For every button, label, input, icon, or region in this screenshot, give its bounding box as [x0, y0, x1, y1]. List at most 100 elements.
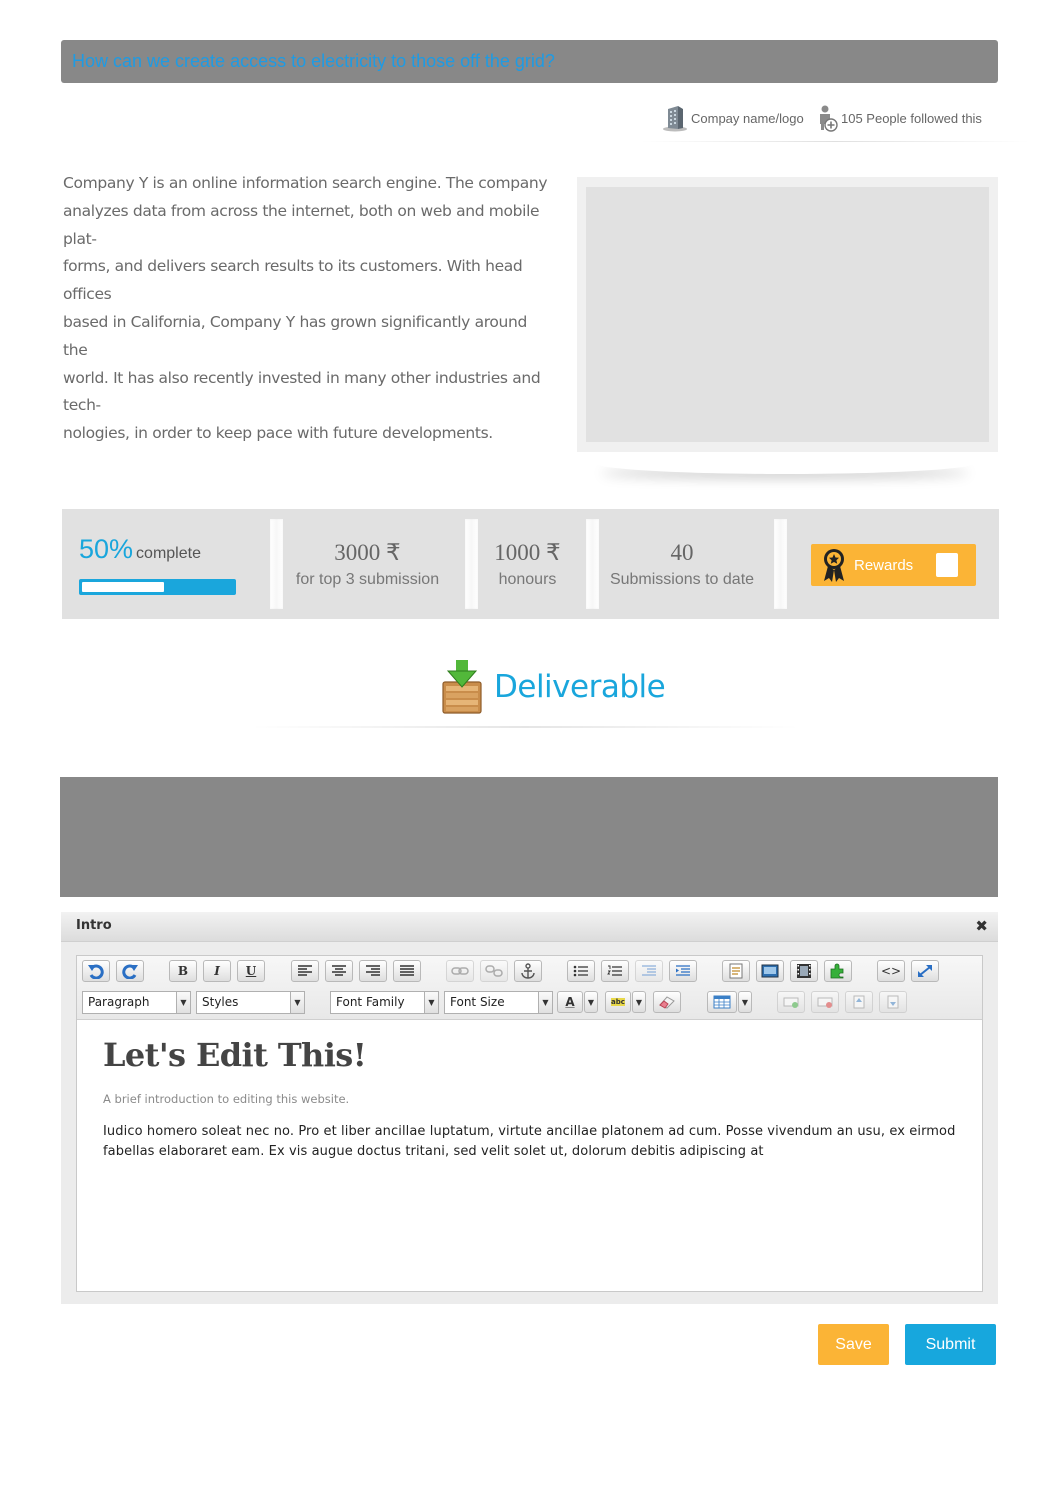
- chevron-down-icon: ▼: [424, 992, 438, 1013]
- font-size-select-value: Font Size: [450, 995, 505, 1009]
- font-size-select[interactable]: Font Size ▼: [444, 991, 553, 1014]
- insert-row-icon[interactable]: [777, 991, 805, 1013]
- progress-label: complete: [136, 545, 201, 562]
- editor-content[interactable]: Let's Edit This! A brief introduction to…: [103, 1036, 963, 1162]
- prize-value: 3000 ₹: [334, 540, 401, 565]
- honours-label: honours: [498, 571, 557, 588]
- rewards-button[interactable]: Rewards: [811, 544, 976, 586]
- stats-divider: [774, 519, 787, 609]
- insert-col-before-icon[interactable]: [845, 991, 873, 1013]
- indent-icon[interactable]: [669, 960, 697, 982]
- outdent-icon[interactable]: [635, 960, 663, 982]
- description-line: forms, and delivers search results to it…: [63, 257, 523, 304]
- editor-panel-title: Intro: [76, 918, 112, 933]
- save-button[interactable]: Save: [818, 1324, 889, 1365]
- editor-body-text[interactable]: Iudico homero soleat nec no. Pro et libe…: [103, 1122, 963, 1162]
- chevron-down-icon[interactable]: ▼: [632, 991, 646, 1013]
- rewards-label: Rewards: [854, 556, 914, 574]
- progress-block: 50% complete: [79, 534, 236, 595]
- bold-button[interactable]: B: [169, 960, 197, 982]
- align-center-icon[interactable]: [325, 960, 353, 982]
- table-icon[interactable]: [707, 991, 737, 1013]
- underline-button[interactable]: U: [237, 960, 265, 982]
- chevron-down-icon: ▼: [176, 992, 190, 1013]
- text-color-button[interactable]: A: [557, 991, 583, 1013]
- eraser-icon[interactable]: [653, 991, 681, 1013]
- challenge-title-bar: How can we create access to electricity …: [61, 40, 998, 83]
- unlink-icon[interactable]: [480, 960, 508, 982]
- deliverable-title: Deliverable: [494, 669, 666, 705]
- stats-bar: 50% complete 3000 ₹ for top 3 submission …: [62, 509, 999, 619]
- undo-icon[interactable]: [82, 960, 110, 982]
- stats-divider: [586, 519, 599, 609]
- description-line: nologies, in order to keep pace with fut…: [63, 424, 493, 443]
- chevron-down-icon[interactable]: ▼: [584, 991, 598, 1013]
- editor-lede[interactable]: A brief introduction to editing this web…: [103, 1092, 963, 1106]
- submissions-value: 40: [670, 540, 694, 565]
- text-color-label: A: [565, 995, 575, 1009]
- redo-icon[interactable]: [116, 960, 144, 982]
- template-icon[interactable]: [722, 960, 750, 982]
- align-left-icon[interactable]: [291, 960, 319, 982]
- numbered-list-icon[interactable]: [601, 960, 629, 982]
- stats-divider: [270, 519, 283, 609]
- submissions-stat: 40 Submissions to date: [607, 539, 757, 589]
- styles-select-value: Styles: [202, 995, 239, 1009]
- company-link[interactable]: Compay name/logo: [662, 104, 804, 132]
- media-frame: [577, 177, 998, 452]
- award-ribbon-icon: [824, 549, 844, 582]
- insert-col-after-icon[interactable]: [879, 991, 907, 1013]
- chevron-down-icon: ▼: [290, 992, 304, 1013]
- editor-header: Intro ✖: [61, 912, 998, 942]
- chevron-down-icon: ▼: [538, 992, 552, 1013]
- meta-row: Compay name/logo 105 People followed thi…: [640, 102, 1030, 142]
- rewards-checkbox[interactable]: [936, 553, 958, 577]
- bullet-list-icon[interactable]: [567, 960, 595, 982]
- styles-select[interactable]: Styles ▼: [196, 991, 305, 1014]
- font-family-select-value: Font Family: [336, 995, 405, 1009]
- description-line: based in California, Company Y has grown…: [63, 312, 527, 359]
- followers-count: 105 People followed this: [841, 110, 982, 126]
- deliverable-panel: [60, 777, 998, 897]
- download-box-icon: [442, 660, 482, 714]
- progress-bar: [79, 579, 236, 595]
- source-code-button[interactable]: <>: [877, 960, 905, 982]
- submit-button[interactable]: Submit: [905, 1324, 996, 1365]
- description-line: analyzes data from across the internet, …: [63, 201, 540, 248]
- link-icon[interactable]: [446, 960, 474, 982]
- fullscreen-icon[interactable]: [911, 960, 939, 982]
- align-right-icon[interactable]: [359, 960, 387, 982]
- honours-value: 1000 ₹: [494, 540, 561, 565]
- media-placeholder[interactable]: [586, 187, 989, 442]
- spellcheck-button[interactable]: abc: [605, 991, 631, 1013]
- chevron-down-icon[interactable]: ▼: [738, 991, 752, 1013]
- company-description: Company Y is an online information searc…: [63, 170, 553, 448]
- plugin-icon[interactable]: [824, 960, 852, 982]
- prize-label: for top 3 submission: [295, 571, 440, 588]
- spellcheck-label: abc: [611, 998, 625, 1006]
- stats-divider: [465, 519, 478, 609]
- format-select[interactable]: Paragraph ▼: [82, 991, 191, 1014]
- progress-percent: 50%: [79, 534, 134, 564]
- description-line: Company Y is an online information searc…: [63, 174, 548, 192]
- media-icon[interactable]: [790, 960, 818, 982]
- intro-editor-panel: Intro ✖ B I U <> Paragraph ▼ Styles ▼ Fo…: [61, 912, 998, 1304]
- editor-heading[interactable]: Let's Edit This!: [103, 1036, 963, 1074]
- italic-button[interactable]: I: [203, 960, 231, 982]
- building-icon: [663, 106, 687, 132]
- anchor-icon[interactable]: [514, 960, 542, 982]
- follow-person-icon: [820, 105, 838, 132]
- submissions-label: Submissions to date: [609, 571, 755, 588]
- image-icon[interactable]: [756, 960, 784, 982]
- rich-text-editor: B I U <> Paragraph ▼ Styles ▼ Font Famil…: [76, 955, 983, 1292]
- follow-link[interactable]: 105 People followed this: [818, 104, 982, 132]
- media-shadow: [595, 452, 975, 474]
- description-line: world. It has also recently invested in …: [63, 368, 541, 415]
- progress-fill: [82, 582, 164, 592]
- font-family-select[interactable]: Font Family ▼: [330, 991, 439, 1014]
- format-select-value: Paragraph: [88, 995, 150, 1009]
- align-justify-icon[interactable]: [393, 960, 421, 982]
- challenge-title: How can we create access to electricity …: [72, 51, 555, 71]
- delete-row-icon[interactable]: [811, 991, 839, 1013]
- close-icon[interactable]: ✖: [975, 917, 988, 935]
